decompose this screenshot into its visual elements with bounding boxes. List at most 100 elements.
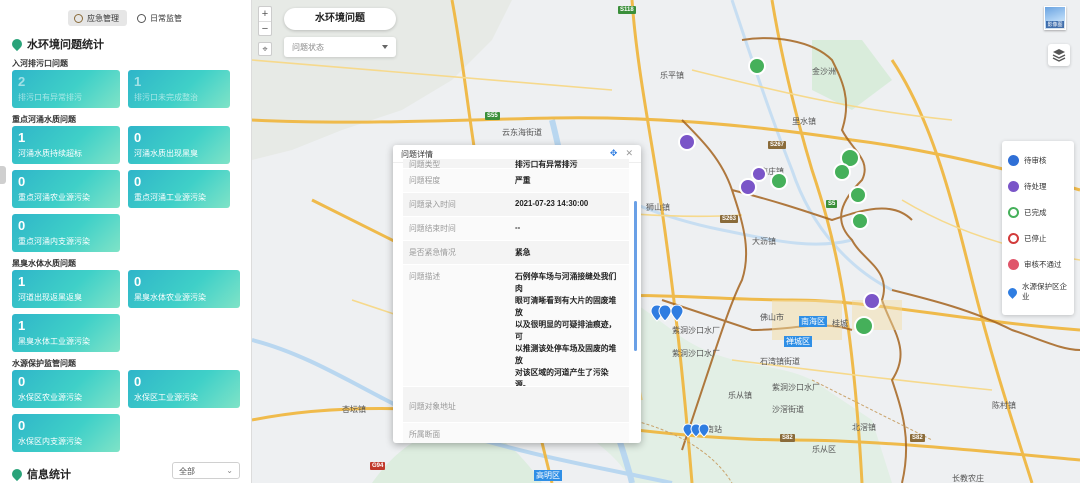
place-label: 石湾镇街道 (760, 357, 800, 366)
close-icon[interactable]: ✕ (625, 148, 633, 159)
popup-title: 问题详情 (401, 150, 433, 159)
route-shield: S118 (618, 6, 636, 14)
place-label: 紫洞沙口水厂 (772, 383, 820, 392)
detail-row: 所属断面 (403, 423, 629, 443)
place-label: 乐从区 (812, 445, 836, 454)
zoom-control: + − (258, 6, 272, 36)
place-label: 高明区 (534, 470, 562, 481)
stat-card[interactable]: 0 黑臭水体农业源污染 (128, 270, 240, 308)
map-pin-icon (1006, 285, 1019, 299)
place-label: 北滘镇 (852, 423, 876, 432)
stat-card[interactable]: 1 河涌水质持续超标 (12, 126, 120, 164)
detail-row: 问题类型 排污口有异常排污 (403, 159, 629, 169)
place-label: 里水镇 (792, 117, 816, 126)
user-icon (137, 13, 146, 23)
layers-icon (1052, 49, 1066, 62)
route-shield: S82 (780, 434, 795, 442)
place-label: 云东海街道 (502, 128, 542, 137)
stat-card[interactable]: 0 河涌水质出现黑臭 (128, 126, 230, 164)
route-shield: S267 (768, 141, 787, 149)
mode-daily-button[interactable]: 日常监管 (131, 10, 190, 26)
place-label: 桂城 (832, 319, 848, 328)
info-title: 信息统计 (9, 466, 71, 482)
stat-card[interactable]: 0 重点河涌内支源污染 (12, 214, 120, 252)
mode-emergency-button[interactable]: 应急管理 (68, 10, 127, 26)
place-label: 杏坛镇 (342, 405, 366, 414)
legend-item-review[interactable]: 待审核 (1008, 147, 1068, 173)
place-label: 长教农庄 (952, 474, 984, 483)
water-drop-icon (9, 466, 25, 482)
mode-switch: 应急管理 日常监管 (68, 10, 190, 26)
stats-title: 水环境问题统计 (9, 36, 104, 52)
stat-card[interactable]: 0 水保区农业源污染 (12, 370, 120, 408)
place-label: 佛山市 (760, 313, 784, 322)
place-label: 紫洞沙口水厂 (672, 349, 720, 358)
stat-card[interactable]: 2 排污口有异常排污 (12, 70, 120, 108)
map-title: 水环境问题 (284, 8, 396, 30)
rejected-status-icon (1008, 258, 1019, 270)
map-legend: 待审核 待处理 已完成 已停止 审核不通过 水源保护区企业 (1002, 141, 1074, 315)
popup-scrollbar[interactable] (634, 201, 637, 351)
issue-detail-popup: 问题详情 ✥ ✕ 问题类型 排污口有异常排污 问题程度 严重 问题录入时间 20… (393, 145, 641, 443)
route-shield: S5 (826, 200, 838, 208)
place-label: 乐从镇 (728, 391, 752, 400)
detail-row: 是否紧急情况 紧急 (403, 241, 629, 265)
issue-status-select[interactable]: 问题状态 (284, 37, 396, 57)
stat-card[interactable]: 0 水保区工业源污染 (128, 370, 240, 408)
detail-row: 问题录入时间 2021-07-23 14:30:00 (403, 193, 629, 217)
place-label: 陈村镇 (992, 401, 1016, 410)
place-label: 大沥镇 (752, 237, 776, 246)
stop-status-icon (1008, 232, 1019, 244)
pending-status-icon (1008, 180, 1019, 192)
zoom-in-button[interactable]: + (259, 7, 271, 21)
water-drop-icon (9, 36, 25, 52)
stat-card[interactable]: 1 排污口未完成整治 (128, 70, 230, 108)
chevron-down-icon: ⌄ (226, 466, 233, 475)
route-shield: S82 (910, 434, 925, 442)
warning-icon (74, 13, 83, 23)
legend-item-enterprise[interactable]: 水源保护区企业 (1006, 277, 1068, 307)
caret-down-icon (382, 45, 388, 49)
legend-item-stopped[interactable]: 已停止 (1008, 225, 1068, 251)
route-shield: S263 (720, 215, 739, 223)
review-status-icon (1008, 154, 1019, 166)
group-title-outfall: 入河排污口问题 (12, 59, 68, 68)
legend-item-rejected[interactable]: 审核不通过 (1008, 251, 1068, 277)
legend-item-pending[interactable]: 待处理 (1008, 173, 1068, 199)
place-label: 沙滘街道 (772, 405, 804, 414)
place-label: 南庄镇 (760, 167, 784, 176)
detail-row: 问题对象地址 (403, 387, 629, 423)
place-label: 佛山南站 (690, 425, 722, 434)
stat-card[interactable]: 1 黑臭水体工业源污染 (12, 314, 120, 352)
panel-collapse-handle[interactable] (0, 166, 6, 184)
popup-body: 问题类型 排污口有异常排污 问题程度 严重 问题录入时间 2021-07-23 … (403, 159, 629, 443)
place-label: 紫洞沙口水厂 (672, 326, 720, 335)
stat-card[interactable]: 1 河道出现返黑返臭 (12, 270, 120, 308)
detail-row: 问题结束时间 -- (403, 217, 629, 241)
group-title-river: 重点河涌水质问题 (12, 115, 76, 124)
detail-row: 问题程度 严重 (403, 169, 629, 193)
group-title-blackwater: 黑臭水体水质问题 (12, 259, 76, 268)
move-icon[interactable]: ✥ (610, 148, 618, 159)
stat-card[interactable]: 0 重点河涌工业源污染 (128, 170, 230, 208)
place-label: 南海区 (799, 316, 827, 327)
basemap-switch-button[interactable]: 影像图 (1044, 6, 1066, 30)
place-label: 金沙洲 (812, 67, 836, 76)
stat-card[interactable]: 0 水保区内支源污染 (12, 414, 120, 452)
check-status-icon (1008, 206, 1019, 218)
locate-icon[interactable]: ⌖ (258, 42, 272, 56)
legend-item-completed[interactable]: 已完成 (1008, 199, 1068, 225)
place-label: 狮山镇 (646, 203, 670, 212)
layers-button[interactable] (1048, 44, 1070, 66)
group-title-source: 水源保护监管问题 (12, 359, 76, 368)
route-shield: G94 (370, 462, 386, 470)
zoom-out-button[interactable]: − (259, 21, 271, 35)
info-filter-select[interactable]: 全部 ⌄ (172, 462, 240, 479)
stat-card[interactable]: 0 重点河涌农业源污染 (12, 170, 120, 208)
place-label: 乐平镇 (660, 71, 684, 80)
map-view[interactable]: 乐平镇 里水镇 云东海街道 南庄镇 狮山镇 大沥镇 佛山市 桂城 南海区 禅城区… (252, 0, 1080, 483)
left-panel: 应急管理 日常监管 水环境问题统计 入河排污口问题 2 排污口有异常排污 1 排… (0, 0, 252, 483)
detail-row: 问题描述 石例停车场与河涌接缝处我们肉 眼可清晰看到有大片的固废堆放 以及很明显… (403, 265, 629, 387)
place-label: 禅城区 (784, 336, 812, 347)
route-shield: S55 (485, 112, 500, 120)
